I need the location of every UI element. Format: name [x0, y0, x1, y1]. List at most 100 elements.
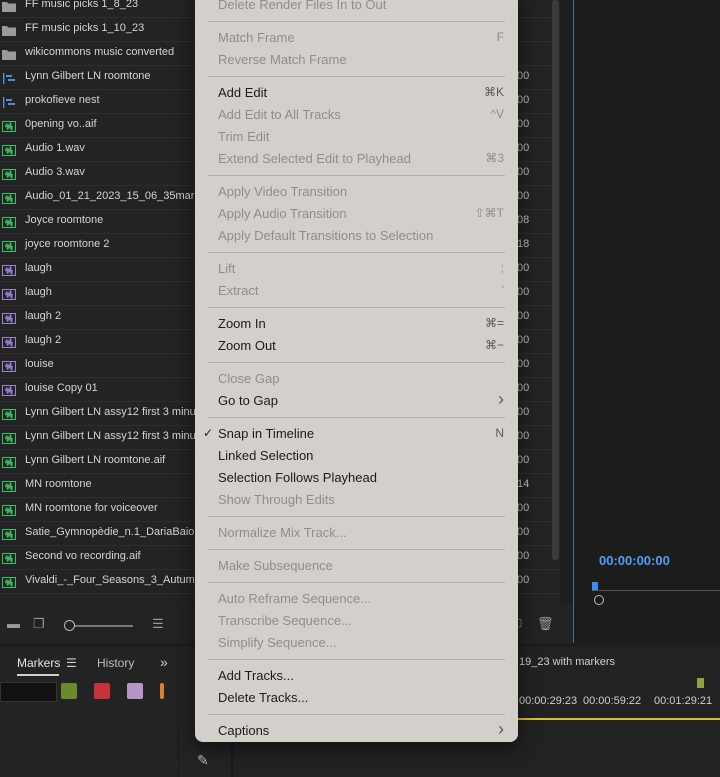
- menu-item-apply-audio-transition[interactable]: Apply Audio Transition ⇧⌘T: [195, 203, 518, 225]
- menu-item-auto-reframe-sequence[interactable]: Auto Reframe Sequence...: [195, 588, 518, 610]
- menu-separator: [208, 516, 505, 517]
- project-item-duration: 00: [517, 142, 530, 154]
- menu-item-label: Apply Default Transitions to Selection: [218, 228, 434, 243]
- menu-item-add-edit-to-all-tracks[interactable]: Add Edit to All Tracks ^V: [195, 104, 518, 126]
- monitor-ruler[interactable]: [593, 590, 720, 601]
- audio-clip-icon: [2, 191, 16, 204]
- sort-icon[interactable]: ☰: [152, 616, 164, 632]
- menu-item-add-edit[interactable]: Add Edit ⌘K: [195, 82, 518, 104]
- menu-item-label: Simplify Sequence...: [218, 635, 337, 650]
- panel-menu-icon[interactable]: ☰: [66, 656, 77, 670]
- menu-item-zoom-out[interactable]: Zoom Out ⌘−: [195, 335, 518, 357]
- project-item-duration: 00: [517, 310, 530, 322]
- menu-item-delete-render-files-in-to-out[interactable]: Delete Render Files In to Out: [195, 0, 518, 16]
- audio-clip-icon: [2, 551, 16, 564]
- marker-color-filter-green[interactable]: [61, 683, 77, 699]
- menu-item-delete-tracks[interactable]: Delete Tracks...: [195, 687, 518, 709]
- list-view-icon[interactable]: ▬: [7, 616, 20, 631]
- menu-item-label: Apply Video Transition: [218, 184, 348, 199]
- project-item-duration: 00: [517, 526, 530, 538]
- tab-markers[interactable]: Markers: [17, 656, 60, 670]
- pen-tool-icon[interactable]: ✎: [197, 752, 209, 769]
- audio-clip-icon: [2, 575, 16, 588]
- menu-item-selection-follows-playhead[interactable]: Selection Follows Playhead: [195, 467, 518, 489]
- project-item-duration: 00: [517, 118, 530, 130]
- project-item-name: louise: [25, 358, 54, 370]
- menu-item-go-to-gap[interactable]: Go to Gap ›: [195, 389, 518, 412]
- menu-item-label: Extract: [218, 283, 259, 298]
- panel-focus-border: [573, 0, 574, 643]
- project-item-name: Second vo recording.aif: [25, 550, 141, 562]
- timeline-timecode: 00:00:29:23: [519, 695, 578, 707]
- menu-separator: [208, 417, 505, 418]
- menu-item-label: Apply Audio Transition: [218, 206, 347, 221]
- project-item-name: Lynn Gilbert LN roomtone.aif: [25, 454, 166, 466]
- project-item-name: MN roomtone for voiceover: [25, 502, 158, 514]
- icon-view-icon[interactable]: ❐: [33, 616, 45, 632]
- menu-item-lift[interactable]: Lift;: [195, 258, 518, 280]
- menu-item-label: Linked Selection: [218, 448, 314, 463]
- menu-item-simplify-sequence[interactable]: Simplify Sequence...: [195, 632, 518, 654]
- marker-search-input[interactable]: [0, 682, 57, 702]
- sequence-tab[interactable]: 19_23 with markers: [519, 656, 615, 668]
- menu-item-label: Show Through Edits: [218, 492, 335, 507]
- zoom-slider[interactable]: [70, 625, 133, 627]
- project-item-duration: 00: [517, 262, 530, 274]
- menu-item-show-through-edits[interactable]: Show Through Edits: [195, 489, 518, 511]
- work-area-bar[interactable]: [518, 718, 720, 720]
- menu-item-apply-default-transitions-to-selection[interactable]: Apply Default Transitions to Selection: [195, 225, 518, 247]
- menu-item-zoom-in[interactable]: Zoom In ⌘=: [195, 313, 518, 335]
- project-item-duration: 00: [517, 190, 530, 202]
- marker-color-filter-red[interactable]: [94, 683, 110, 699]
- submenu-arrow-icon: ›: [498, 389, 504, 409]
- tab-history[interactable]: History: [97, 656, 134, 670]
- audio-clip-icon: [2, 527, 16, 540]
- menu-item-snap-in-timeline[interactable]: ✓ Snap in Timeline N: [195, 423, 518, 445]
- menu-item-transcribe-sequence[interactable]: Transcribe Sequence...: [195, 610, 518, 632]
- menu-item-captions[interactable]: Captions ›: [195, 719, 518, 742]
- audio-clip-icon: [2, 215, 16, 228]
- subclip-icon: [2, 335, 16, 348]
- playhead-circle-icon[interactable]: [594, 595, 604, 605]
- menu-separator: [208, 549, 505, 550]
- menu-separator: [208, 175, 505, 176]
- project-list-scrollbar[interactable]: [552, 0, 559, 560]
- menu-item-apply-video-transition[interactable]: Apply Video Transition: [195, 181, 518, 203]
- timeline-timecode: 00:01:29:21: [654, 695, 713, 707]
- menu-item-label: Transcribe Sequence...: [218, 613, 352, 628]
- menu-item-label: Lift: [218, 261, 236, 276]
- menu-item-shortcut: ⌘=: [484, 316, 504, 330]
- menu-item-shortcut: ⌘K: [483, 85, 504, 99]
- menu-item-trim-edit[interactable]: Trim Edit: [195, 126, 518, 148]
- marker-color-filter-orange[interactable]: [160, 683, 164, 699]
- menu-item-extend-selected-edit-to-playhead[interactable]: Extend Selected Edit to Playhead ⌘3: [195, 148, 518, 170]
- project-item-duration: 00: [517, 358, 530, 370]
- menu-separator: [208, 362, 505, 363]
- project-item-name: Audio_01_21_2023_15_06_35mar: [25, 190, 195, 202]
- menu-item-extract[interactable]: Extract ': [195, 280, 518, 302]
- folder-icon: [2, 23, 16, 36]
- trash-icon[interactable]: 🗑: [537, 616, 554, 632]
- menu-item-close-gap[interactable]: Close Gap: [195, 368, 518, 390]
- project-item-name: Lynn Gilbert LN roomtone: [25, 70, 151, 82]
- audio-clip-icon: [2, 431, 16, 444]
- marker-color-filter-purple[interactable]: [127, 683, 143, 699]
- zoom-slider-knob[interactable]: [64, 620, 75, 631]
- project-item-name: prokofieve nest: [25, 94, 100, 106]
- menu-item-make-subsequence[interactable]: Make Subsequence: [195, 555, 518, 577]
- menu-item-label: Captions: [218, 723, 270, 738]
- menu-item-linked-selection[interactable]: Linked Selection: [195, 445, 518, 467]
- menu-item-normalize-mix-track[interactable]: Normalize Mix Track...: [195, 522, 518, 544]
- menu-item-label: Zoom Out: [218, 338, 276, 353]
- panel-overflow-icon[interactable]: »: [160, 654, 168, 670]
- audio-clip-icon: [2, 503, 16, 516]
- project-item-duration: 00: [517, 502, 530, 514]
- sequence-marker-icon[interactable]: [697, 678, 704, 688]
- menu-item-add-tracks[interactable]: Add Tracks...: [195, 665, 518, 687]
- monitor-timecode[interactable]: 00:00:00:00: [599, 553, 670, 568]
- menu-item-match-frame[interactable]: Match Frame F: [195, 27, 518, 49]
- menu-item-shortcut: ^V: [490, 107, 504, 121]
- tab-active-underline: [17, 674, 59, 676]
- menu-item-reverse-match-frame[interactable]: Reverse Match Frame: [195, 49, 518, 71]
- menu-separator: [208, 76, 505, 77]
